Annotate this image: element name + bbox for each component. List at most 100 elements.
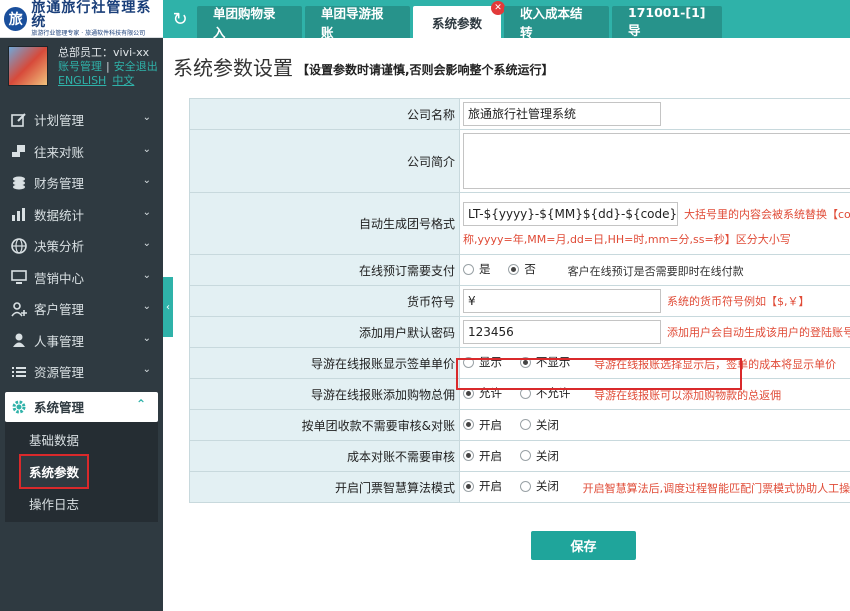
sidebar-item-stats[interactable]: 数据统计 ⌄ [0, 199, 163, 231]
tab-group-shopping[interactable]: 单团购物录入 [197, 6, 302, 40]
chart-icon [10, 205, 28, 223]
sidebar-item-marketing[interactable]: 营销中心 ⌄ [0, 262, 163, 294]
field-label: 开启门票智慧算法模式 [189, 471, 460, 503]
user-add-icon [10, 300, 28, 318]
online-pay-hint: 客户在线预订是否需要即时在线付款 [567, 264, 744, 278]
currency-hint: 系统的货币符号例如【$,￥】 [667, 295, 810, 308]
settings-table: 公司名称 旅通旅行社管理系统 公司简介 自动生成团号格式 LT-${yyyy}-… [189, 98, 850, 503]
page-header: 系统参数设置 【设置参数时请谨慎,否则会影响整个系统运行】 [173, 38, 850, 94]
group-code-hint: 大括号里的内容会被系统替换【code [684, 208, 850, 221]
logo-icon: 旅 [4, 6, 28, 31]
ticket-algo-off-radio[interactable]: 关闭 [519, 478, 559, 494]
tab-guide-reimburse[interactable]: 单团导游报账 [305, 6, 410, 40]
ticket-algo-on-radio[interactable]: 开启 [463, 478, 502, 494]
online-pay-yes-radio[interactable]: 是 [463, 261, 491, 277]
sidebar-item-label: 往来对账 [34, 144, 85, 160]
sidebar-item-analysis[interactable]: 决策分析 ⌄ [0, 230, 163, 262]
chevron-down-icon: ⌄ [142, 112, 151, 123]
group-code-hint2: 称,yyyy=年,MM=月,dd=日,HH=时,mm=分,ss=秒】区分大小写 [463, 233, 791, 246]
sidebar-collapse-toggle[interactable]: ‹ [163, 277, 173, 337]
chevron-down-icon: ⌄ [142, 175, 151, 186]
reconcile-off-radio[interactable]: 关闭 [519, 448, 559, 464]
receipt-off-radio[interactable]: 关闭 [519, 417, 559, 433]
sidebar-item-label: 决策分析 [34, 239, 85, 255]
monitor-icon [10, 268, 28, 286]
close-icon[interactable]: ✕ [491, 1, 505, 15]
submenu-item-operation-log[interactable]: 操作日志 [5, 488, 158, 520]
money-hand-icon [10, 142, 28, 160]
chevron-down-icon: ⌄ [142, 364, 151, 375]
sidebar-item-label: 财务管理 [34, 176, 85, 192]
chevron-down-icon: ⌄ [142, 206, 151, 218]
sidebar-item-account[interactable]: 往来对账 ⌄ [0, 136, 163, 168]
tab-system-params[interactable]: 系统参数 ✕ [413, 1, 505, 38]
field-label: 公司名称 [189, 98, 460, 130]
table-row: 公司简介 [189, 129, 850, 193]
app-subtitle: 旅游行业管理专家 · 旅通软件科技有限公司 [31, 29, 146, 37]
company-intro-textarea[interactable] [463, 133, 850, 189]
sidebar-item-label: 资源管理 [34, 365, 85, 381]
submenu-item-system-params[interactable]: 系统参数 [5, 454, 158, 489]
field-label: 公司简介 [189, 129, 460, 193]
currency-input[interactable]: ¥ [463, 289, 661, 313]
sidebar-item-system[interactable]: 系统管理 ⌃ [5, 391, 158, 422]
table-row: 货币符号 ¥ 系统的货币符号例如【$,￥】 [189, 285, 850, 317]
online-pay-no-radio[interactable]: 否 [508, 261, 536, 277]
app-title: 旅通旅行社管理系统 [31, 0, 152, 30]
receipt-on-radio[interactable]: 开启 [463, 417, 502, 433]
list-icon [10, 363, 28, 381]
field-label: 自动生成团号格式 [189, 192, 460, 255]
sidebar-item-plan[interactable]: 计划管理 ⌄ [0, 104, 163, 136]
table-row: 公司名称 旅通旅行社管理系统 [189, 98, 850, 130]
default-password-input[interactable]: 123456 [463, 320, 661, 344]
field-label: 导游在线报账显示签单单价 [189, 347, 460, 379]
refresh-icon[interactable]: ↻ [163, 0, 197, 38]
page-title: 系统参数设置 [173, 55, 293, 80]
sidebar: 旅 旅通旅行社管理系统 旅游行业管理专家 · 旅通软件科技有限公司 总部员工：v… [0, 0, 163, 611]
edit-icon [10, 111, 28, 129]
sidebar-item-customer[interactable]: 客户管理 ⌄ [0, 293, 163, 325]
sidebar-item-label: 人事管理 [34, 333, 85, 349]
lang-en-link[interactable]: ENGLISH [58, 74, 106, 87]
table-row: 在线预订需要支付 是 否 客户在线预订是否需要即时在线付款 [189, 254, 850, 286]
tab-171001[interactable]: 171001-[1]导 [612, 5, 722, 38]
account-link[interactable]: 账号管理 [58, 60, 102, 73]
system-submenu: 基础数据 系统参数 操作日志 [5, 421, 158, 522]
chevron-down-icon: ⌄ [142, 143, 151, 155]
sidebar-item-resource[interactable]: 资源管理 ⌄ [0, 356, 163, 388]
sidebar-item-label: 客户管理 [34, 302, 85, 318]
coins-icon [10, 174, 28, 192]
company-name-input[interactable]: 旅通旅行社管理系统 [463, 102, 661, 126]
chevron-down-icon: ⌄ [142, 269, 151, 281]
app-window: 旅 旅通旅行社管理系统 旅游行业管理专家 · 旅通软件科技有限公司 总部员工：v… [0, 0, 850, 611]
chevron-left-icon: ‹ [166, 301, 170, 313]
sidebar-item-label: 计划管理 [34, 113, 85, 129]
logout-link[interactable]: 安全退出 [114, 60, 158, 73]
highlight-box [456, 358, 742, 390]
page-note: 【设置参数时请谨慎,否则会影响整个系统运行】 [297, 62, 554, 77]
group-code-input[interactable]: LT-${yyyy}-${MM}${dd}-${code} [463, 202, 678, 226]
main-content: 系统参数设置 【设置参数时请谨慎,否则会影响整个系统运行】 公司名称 旅通旅行社… [173, 38, 850, 611]
tab-income-cost[interactable]: 收入成本结转 [504, 6, 609, 40]
avatar[interactable] [8, 46, 48, 86]
submenu-item-basic-data[interactable]: 基础数据 [5, 424, 158, 456]
user-panel: 总部员工：vivi-xx 账号管理 | 安全退出 ENGLISH 中文 [0, 38, 163, 100]
table-row: 按单团收款不需要审核&对账 开启 关闭 [189, 409, 850, 441]
person-icon [10, 331, 28, 349]
logo: 旅 旅通旅行社管理系统 旅游行业管理专家 · 旅通软件科技有限公司 [0, 0, 163, 38]
sidebar-menu: 计划管理 ⌄ 往来对账 ⌄ 财务管理 ⌄ 数据统计 ⌄ 决策分析 ⌄ 营销中心 … [0, 104, 163, 522]
table-row: 自动生成团号格式 LT-${yyyy}-${MM}${dd}-${code} 大括… [189, 192, 850, 255]
table-row: 开启门票智慧算法模式 开启 关闭 开启智慧算法后,调度过程智能匹配门票模式协助人… [189, 471, 850, 503]
lang-cn-link[interactable]: 中文 [112, 74, 134, 87]
globe-icon [10, 237, 28, 255]
save-button[interactable]: 保存 [531, 531, 636, 560]
sidebar-item-hr[interactable]: 人事管理 ⌄ [0, 325, 163, 357]
field-label: 在线预订需要支付 [189, 254, 460, 286]
chevron-down-icon: ⌄ [142, 238, 151, 249]
reconcile-on-radio[interactable]: 开启 [463, 448, 502, 464]
user-name: 总部员工：vivi-xx [58, 46, 150, 59]
chevron-down-icon: ⌄ [142, 301, 151, 312]
sidebar-item-finance[interactable]: 财务管理 ⌄ [0, 167, 163, 199]
field-label: 按单团收款不需要审核&对账 [189, 409, 460, 441]
chevron-up-icon: ⌃ [135, 396, 146, 411]
